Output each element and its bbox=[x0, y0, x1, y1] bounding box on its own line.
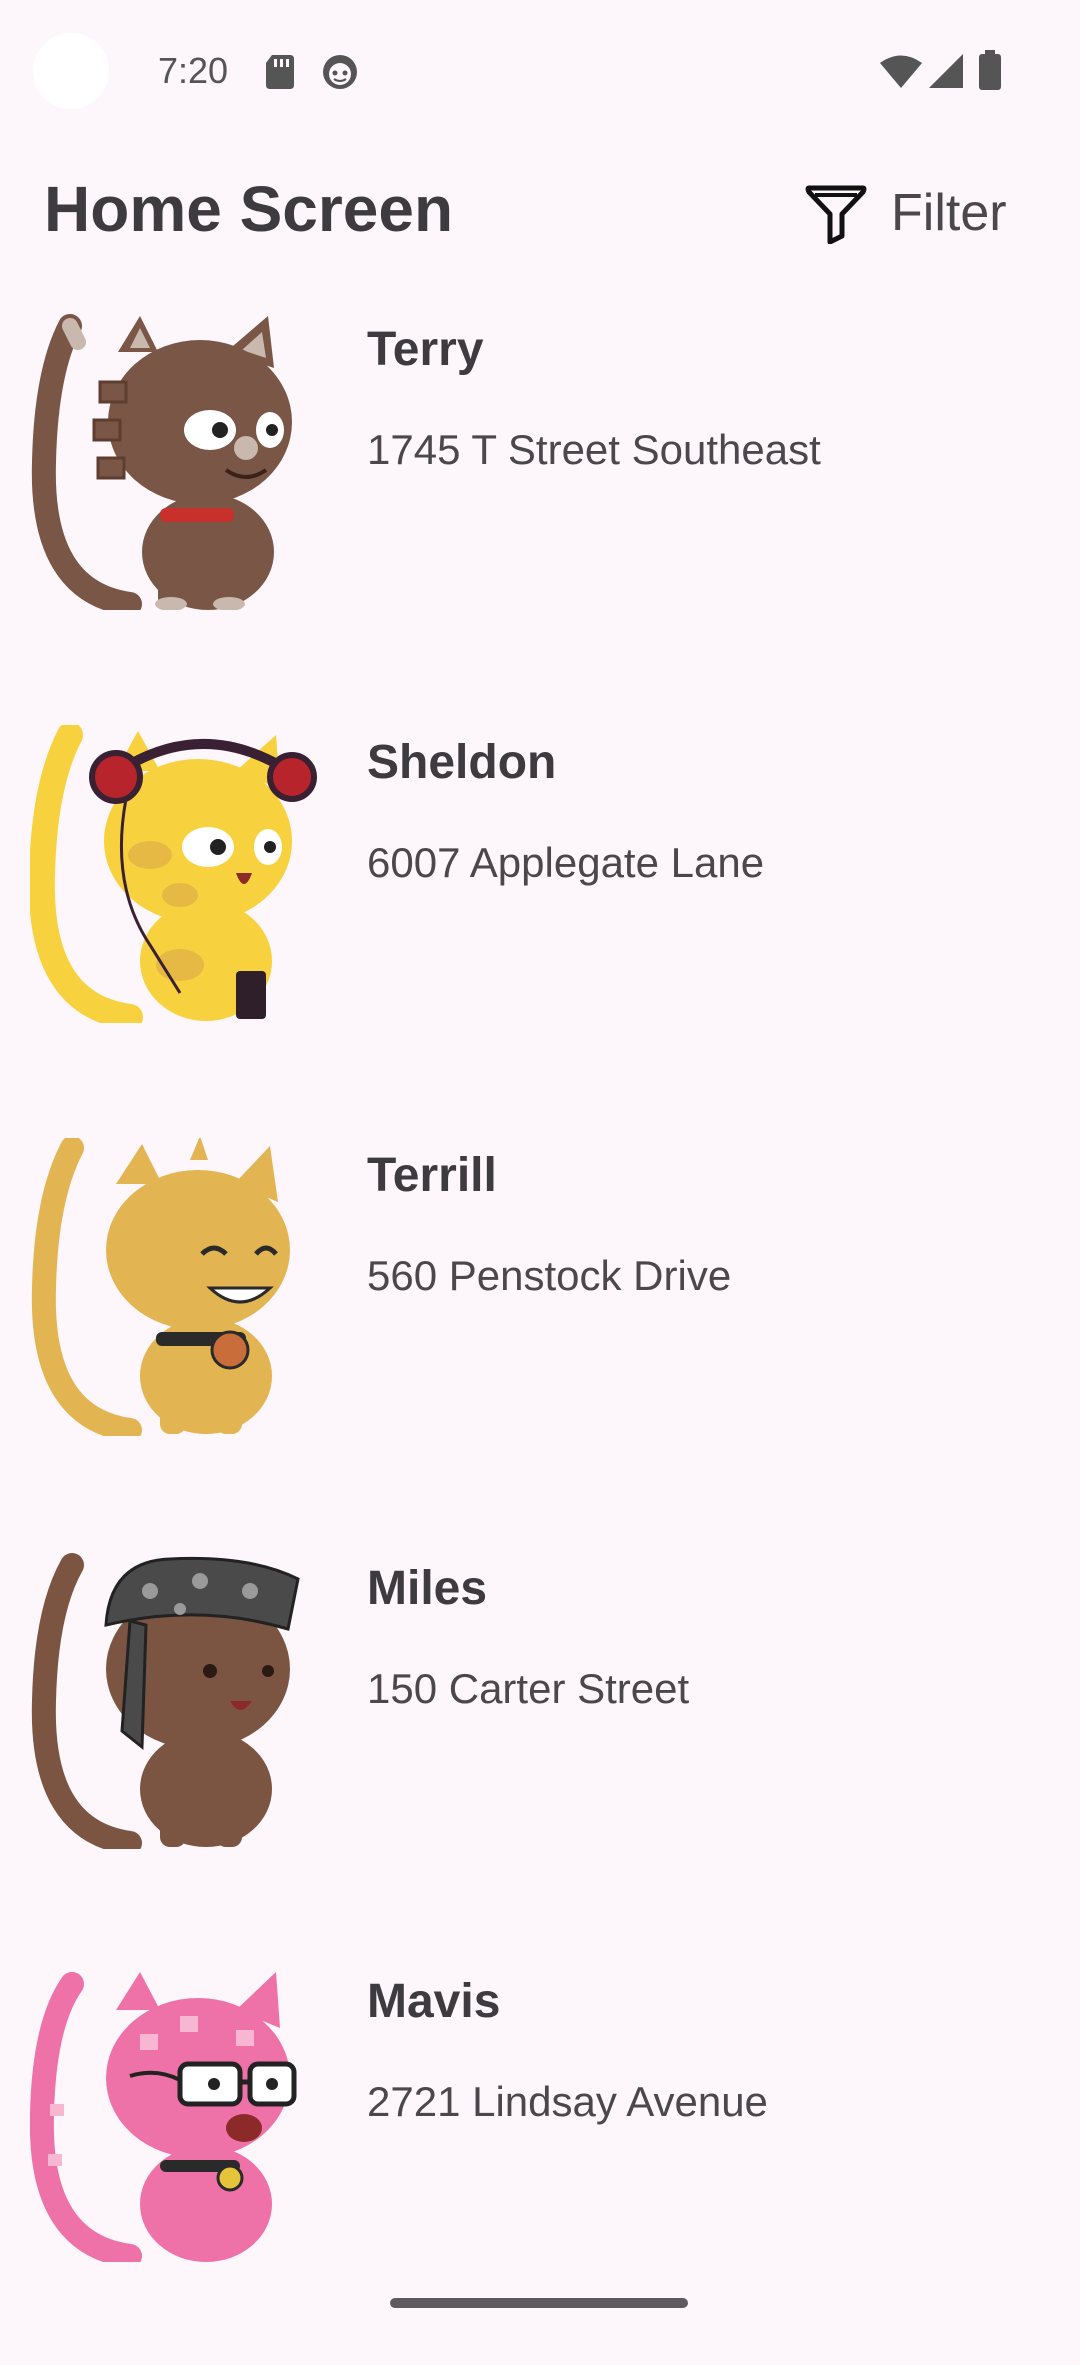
cat-address: 560 Penstock Drive bbox=[367, 1252, 732, 1299]
cat-avatar-miles bbox=[31, 1553, 300, 1849]
funnel-icon bbox=[805, 185, 867, 244]
sd-card-icon bbox=[266, 55, 294, 89]
cat-name: Mavis bbox=[367, 1975, 501, 2028]
home-indicator[interactable] bbox=[390, 2298, 688, 2308]
cat-name: Miles bbox=[367, 1562, 488, 1615]
filter-button[interactable]: Filter bbox=[805, 178, 1007, 248]
status-time: 7:20 bbox=[158, 50, 229, 91]
page-title: Home Screen bbox=[44, 173, 454, 245]
cat-avatar-terrill bbox=[31, 1138, 290, 1436]
cat-address: 6007 Applegate Lane bbox=[367, 839, 765, 886]
cat-name: Sheldon bbox=[367, 736, 557, 789]
wifi-icon bbox=[880, 55, 922, 88]
notification-face-icon bbox=[323, 55, 357, 89]
cat-address: 2721 Lindsay Avenue bbox=[367, 2078, 768, 2125]
camera-cutout bbox=[33, 33, 109, 109]
cat-avatar-mavis bbox=[30, 1972, 297, 2262]
cat-avatar-sheldon bbox=[30, 725, 317, 1023]
cat-address: 1745 T Street Southeast bbox=[367, 426, 821, 473]
list-item[interactable]: Sheldon 6007 Applegate Lane bbox=[0, 713, 1080, 1126]
cat-name: Terry bbox=[367, 323, 484, 376]
list-item[interactable]: Terry 1745 T Street Southeast bbox=[0, 300, 1080, 713]
cat-list[interactable]: Terry 1745 T Street Southeast Sheldon 60… bbox=[0, 300, 1080, 2365]
cat-avatar-terry bbox=[31, 314, 292, 610]
battery-icon bbox=[979, 50, 1001, 90]
cat-name: Terrill bbox=[367, 1149, 497, 1202]
list-item[interactable]: Miles 150 Carter Street bbox=[0, 1539, 1080, 1952]
cat-address: 150 Carter Street bbox=[367, 1665, 690, 1712]
status-bar: 7:20 bbox=[0, 0, 1080, 140]
filter-label: Filter bbox=[891, 184, 1007, 242]
signal-icon bbox=[929, 54, 963, 88]
list-item[interactable]: Terrill 560 Penstock Drive bbox=[0, 1126, 1080, 1539]
top-app-bar: Home Screen Filter bbox=[0, 150, 1080, 260]
